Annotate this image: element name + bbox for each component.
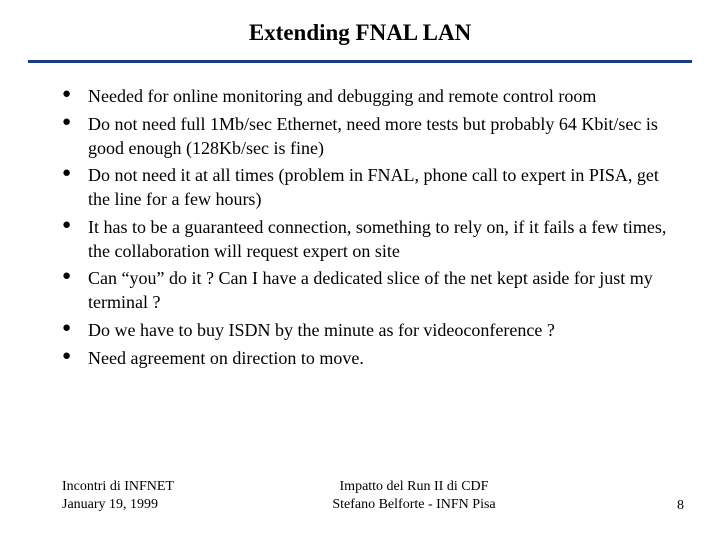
bullet-item: Can “you” do it ? Can I have a dedicated… xyxy=(62,267,684,319)
page-number: 8 xyxy=(654,498,684,514)
footer-left-line2: January 19, 1999 xyxy=(62,496,174,514)
footer: Incontri di INFNET January 19, 1999 Impa… xyxy=(0,478,720,514)
bullet-item: It has to be a guaranteed connection, so… xyxy=(62,216,684,268)
footer-left-line1: Incontri di INFNET xyxy=(62,478,174,496)
title-rule xyxy=(28,60,692,63)
footer-center: Impatto del Run II di CDF Stefano Belfor… xyxy=(174,478,654,514)
footer-center-line1: Impatto del Run II di CDF xyxy=(174,478,654,496)
slide: Extending FNAL LAN Needed for online mon… xyxy=(0,0,720,540)
bullet-list: Needed for online monitoring and debuggi… xyxy=(0,85,720,374)
bullet-item: Do we have to buy ISDN by the minute as … xyxy=(62,319,684,347)
bullet-item: Needed for online monitoring and debuggi… xyxy=(62,85,684,113)
footer-center-line2: Stefano Belforte - INFN Pisa xyxy=(174,496,654,514)
bullet-item: Do not need full 1Mb/sec Ethernet, need … xyxy=(62,113,684,165)
slide-title: Extending FNAL LAN xyxy=(0,0,720,60)
footer-left: Incontri di INFNET January 19, 1999 xyxy=(62,478,174,514)
bullet-item: Do not need it at all times (problem in … xyxy=(62,164,684,216)
bullet-item: Need agreement on direction to move. xyxy=(62,347,684,375)
